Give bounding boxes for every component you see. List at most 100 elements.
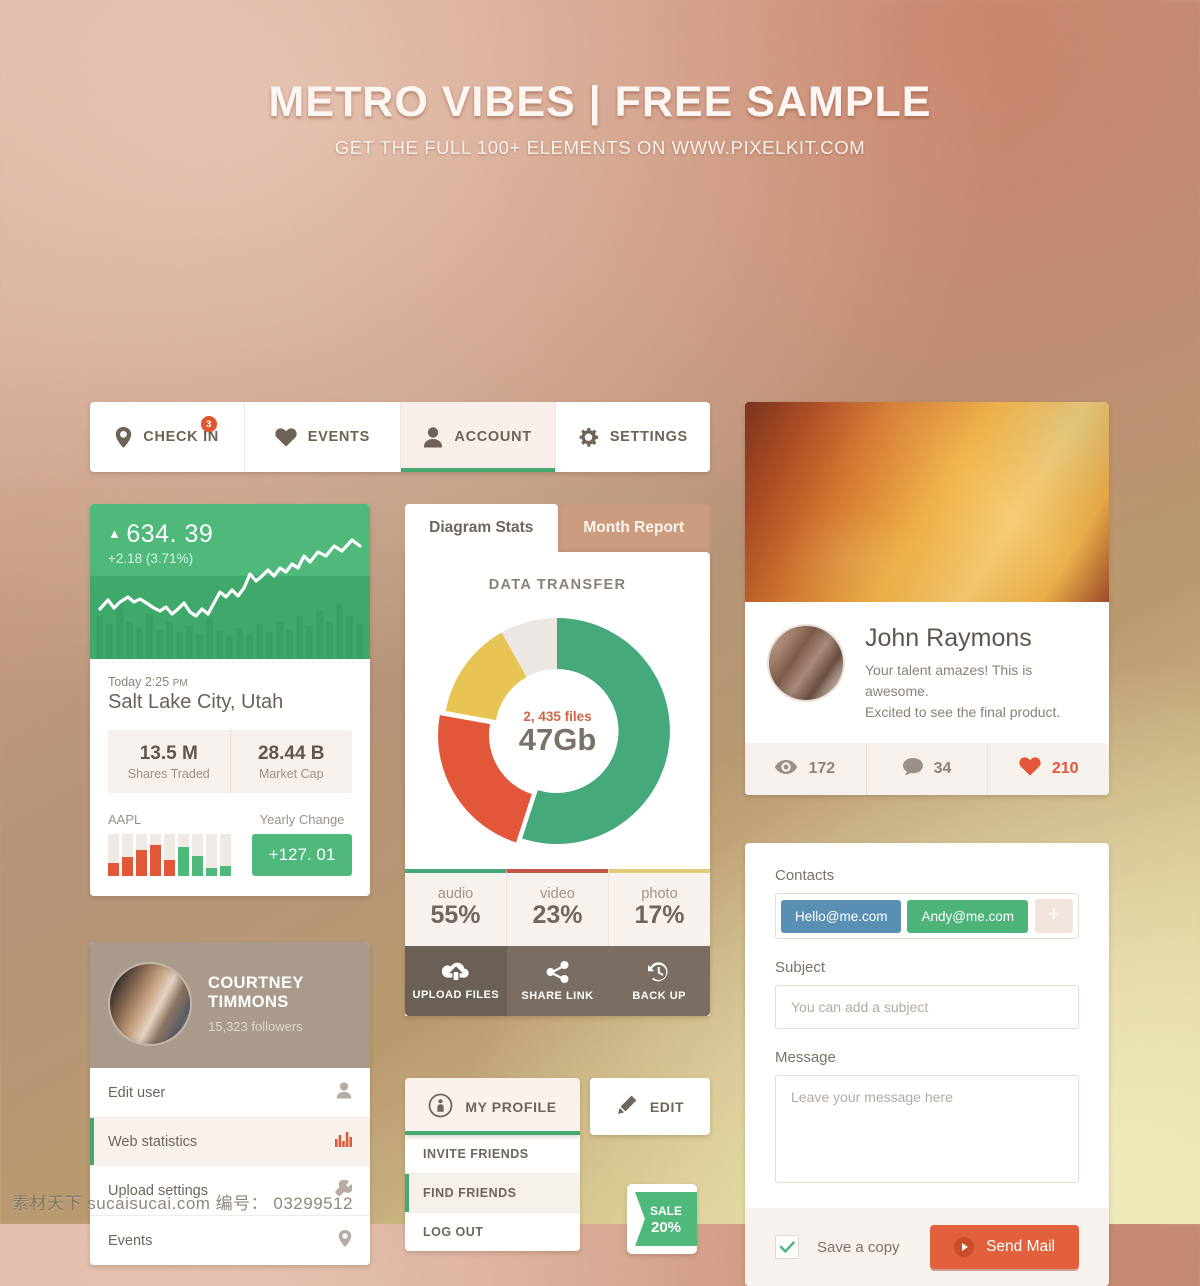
user-profile-identity: COURTNEY TIMMONS 15,323 followers xyxy=(208,974,304,1035)
donut-total-size: 47Gb xyxy=(518,722,597,757)
message-textarea[interactable] xyxy=(775,1075,1079,1183)
breakdown-audio: audio 55% xyxy=(405,869,506,946)
user-profile-header: COURTNEY TIMMONS 15,323 followers xyxy=(90,942,370,1068)
upload-files-button[interactable]: UPLOAD FILES xyxy=(405,946,507,1016)
bar xyxy=(220,834,231,876)
watermark: 素材天下 sucaisucai.com 编号： 03299512 xyxy=(12,1194,354,1213)
save-copy-checkbox[interactable] xyxy=(775,1235,799,1259)
aapl-bar-chart xyxy=(108,834,243,876)
stock-price-block: ▲ 634. 39 +2.18 (3.71%) xyxy=(90,504,370,566)
bar xyxy=(192,834,203,876)
kpi-market-cap: 28.44 B Market Cap xyxy=(229,730,353,793)
transfer-breakdown: audio 55% video 23% photo 17% xyxy=(405,869,710,946)
bar-chart-icon xyxy=(335,1132,352,1151)
menu-item-label: Edit user xyxy=(108,1084,166,1101)
sale-ribbon: SALE 20% xyxy=(635,1192,697,1246)
bar xyxy=(108,834,119,876)
post-stats-bar: 172 34 210 xyxy=(745,743,1109,795)
my-profile-menu: INVITE FRIENDS FIND FRIENDS LOG OUT xyxy=(405,1135,580,1251)
bar xyxy=(150,834,161,876)
history-clock-icon xyxy=(608,961,710,983)
stock-kpi-row: 13.5 M Shares Traded 28.44 B Market Cap xyxy=(108,730,352,793)
tab-label: EDIT xyxy=(649,1098,685,1115)
menu-item-find-friends[interactable]: FIND FRIENDS xyxy=(405,1174,580,1213)
user-followers: 15,323 followers xyxy=(208,1019,303,1035)
menu-item-label: Events xyxy=(108,1232,153,1249)
save-copy-label: Save a copy xyxy=(817,1238,900,1256)
stock-widget: ▲ 634. 39 +2.18 (3.71%) Today 2:25 PM Sal… xyxy=(90,504,370,896)
send-mail-label: Send Mail xyxy=(986,1238,1055,1255)
cloud-upload-icon xyxy=(405,961,507,982)
post-author-text: John Raymons Your talent amazes! This is… xyxy=(865,624,1087,723)
menu-item-label: Web statistics xyxy=(108,1133,198,1150)
tab-month-report[interactable]: Month Report xyxy=(557,504,710,552)
mail-form-fields: Contacts Hello@me.com Andy@me.com + Subj… xyxy=(745,843,1109,1208)
sale-percent: 20% xyxy=(650,1218,682,1236)
my-profile-widget: MY PROFILE EDIT INVITE FRIENDS FIND FRIE… xyxy=(405,1078,710,1254)
tab-label: MY PROFILE xyxy=(465,1098,557,1115)
kpi-value: 28.44 B xyxy=(257,743,325,764)
back-up-button[interactable]: BACK UP xyxy=(608,946,710,1016)
user-profile-card: COURTNEY TIMMONS 15,323 followers Edit u… xyxy=(90,942,370,1265)
page-subtitle: GET THE FULL 100+ ELEMENTS ON WWW.PIXELK… xyxy=(334,137,866,158)
breakdown-value: 55% xyxy=(430,901,481,929)
my-profile-tabs: MY PROFILE EDIT xyxy=(405,1078,710,1135)
user-name: COURTNEY TIMMONS xyxy=(208,974,304,1013)
diagram-stats-widget: Diagram Stats Month Report DATA TRANSFER xyxy=(405,504,710,1016)
user-name-line2: TIMMONS xyxy=(208,993,289,1011)
diagram-panel: DATA TRANSFER 2, 435 files 47Gb audio 55… xyxy=(405,552,710,1016)
breakdown-value: 23% xyxy=(532,901,583,929)
tab-diagram-stats[interactable]: Diagram Stats xyxy=(405,504,558,552)
menu-item-log-out[interactable]: LOG OUT xyxy=(405,1213,580,1251)
contacts-field[interactable]: Hello@me.com Andy@me.com + xyxy=(775,893,1079,939)
stat-views[interactable]: 172 xyxy=(745,743,866,795)
kpi-label: Market Cap xyxy=(258,767,324,781)
contact-chip[interactable]: Andy@me.com xyxy=(907,899,1028,933)
action-label: BACK UP xyxy=(632,990,686,1002)
share-link-button[interactable]: SHARE LINK xyxy=(506,946,609,1016)
stock-timestamp: Today 2:25 PM xyxy=(108,675,352,689)
bar xyxy=(122,834,133,876)
stat-comments[interactable]: 34 xyxy=(865,743,988,795)
subject-input[interactable] xyxy=(775,985,1079,1029)
heart-icon xyxy=(1019,757,1041,781)
page-header: METRO VIBES | FREE SAMPLE GET THE FULL 1… xyxy=(0,0,1200,159)
action-label: UPLOAD FILES xyxy=(412,989,500,1001)
diagram-title: DATA TRANSFER xyxy=(488,577,627,593)
trend-up-icon: ▲ xyxy=(108,526,122,541)
stat-value: 210 xyxy=(1051,760,1079,777)
sale-badge[interactable]: SALE 20% xyxy=(627,1184,697,1254)
share-icon xyxy=(507,961,609,983)
post-comment-line2: Excited to see the final product. xyxy=(865,704,1061,720)
bar xyxy=(178,834,189,876)
tab-edit[interactable]: EDIT xyxy=(590,1078,710,1135)
yearly-change-label: Yearly Change xyxy=(259,812,345,827)
menu-item-invite-friends[interactable]: INVITE FRIENDS xyxy=(405,1135,580,1174)
stock-footer: AAPL Yearly Change +127. 01 xyxy=(108,812,352,876)
send-mail-button[interactable]: Send Mail xyxy=(930,1225,1079,1269)
contact-chip[interactable]: Hello@me.com xyxy=(781,899,902,933)
menu-item-edit-user[interactable]: Edit user xyxy=(90,1068,370,1118)
menu-item-events[interactable]: Events xyxy=(90,1216,370,1265)
person-circle-icon xyxy=(428,1093,453,1121)
pencil-icon xyxy=(616,1094,638,1119)
stat-value: 172 xyxy=(808,760,836,777)
diagram-tabs: Diagram Stats Month Report xyxy=(405,504,710,552)
menu-item-web-statistics[interactable]: Web statistics xyxy=(90,1118,370,1166)
avatar xyxy=(108,962,192,1046)
kpi-shares-traded: 13.5 M Shares Traded xyxy=(108,730,230,793)
tab-my-profile[interactable]: MY PROFILE xyxy=(405,1078,580,1135)
diagram-action-bar: UPLOAD FILES SHARE LINK BACK UP xyxy=(405,946,710,1016)
stat-likes[interactable]: 210 xyxy=(987,743,1109,795)
user-name-line1: COURTNEY xyxy=(208,973,304,992)
post-cover-image xyxy=(745,402,1109,602)
contacts-label: Contacts xyxy=(775,867,835,884)
post-comment-line1: Your talent amazes! This is awesome. xyxy=(865,662,1033,699)
add-contact-button[interactable]: + xyxy=(1035,899,1073,933)
breakdown-value: 17% xyxy=(634,901,685,929)
stock-price-value: 634. 39 xyxy=(126,520,214,548)
breakdown-label: photo xyxy=(641,886,678,902)
kpi-value: 13.5 M xyxy=(139,743,198,764)
stock-time-ampm: PM xyxy=(172,678,188,689)
